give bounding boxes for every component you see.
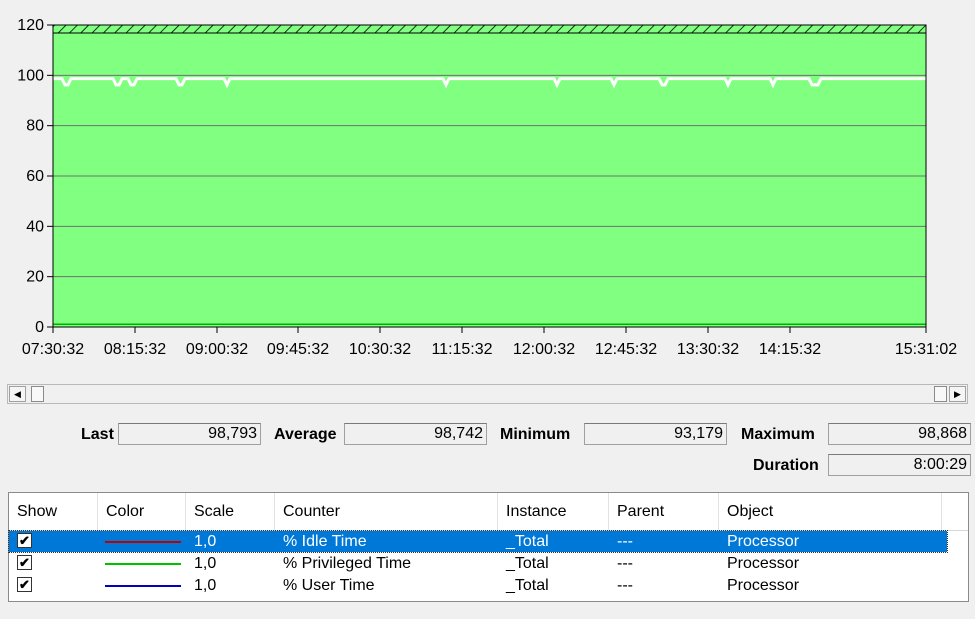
- last-value: 98,793: [118, 423, 261, 445]
- x-tick-label: 14:15:32: [759, 341, 821, 358]
- table-row[interactable]: ✔ 1,0 % User Time _Total --- Processor: [9, 575, 947, 596]
- x-tick-label: 10:30:32: [349, 341, 411, 358]
- chart-overflow-band: [52, 24, 927, 34]
- duration-value: 8:00:29: [828, 454, 971, 476]
- header-color[interactable]: Color: [98, 493, 186, 530]
- x-tick-label: 13:30:32: [677, 341, 739, 358]
- counter-cell: % Privileged Time: [283, 555, 412, 572]
- scroll-left-button[interactable]: ◀: [9, 386, 26, 402]
- show-checkbox[interactable]: ✔: [17, 555, 32, 570]
- scroll-end-handle[interactable]: [934, 386, 947, 402]
- parent-cell: ---: [617, 555, 633, 572]
- parent-cell: ---: [617, 533, 633, 550]
- table-row[interactable]: ✔ 1,0 % Idle Time _Total --- Processor: [8, 530, 948, 553]
- show-checkbox[interactable]: ✔: [17, 577, 32, 592]
- minimum-label: Minimum: [500, 426, 571, 443]
- color-swatch: [105, 585, 181, 587]
- parent-cell: ---: [617, 577, 633, 594]
- y-tick-label: 120: [17, 17, 44, 34]
- header-show[interactable]: Show: [9, 493, 98, 530]
- y-tick-label: 100: [17, 67, 44, 84]
- instance-cell: _Total: [506, 577, 549, 594]
- show-checkbox[interactable]: ✔: [17, 533, 32, 548]
- color-swatch: [105, 541, 181, 543]
- counter-cell: % Idle Time: [283, 533, 367, 550]
- header-scale[interactable]: Scale: [186, 493, 275, 530]
- scale-cell: 1,0: [194, 533, 217, 550]
- y-tick-label: 40: [26, 218, 44, 235]
- time-scrollbar[interactable]: ◀ ▶: [7, 384, 968, 404]
- y-tick-label: 60: [26, 168, 44, 185]
- scale-cell: 1,0: [194, 555, 217, 572]
- minimum-value: 93,179: [584, 423, 727, 445]
- x-tick-label: 09:45:32: [267, 341, 329, 358]
- x-tick-label: 15:31:02: [895, 341, 957, 358]
- x-tick-label: 09:00:32: [186, 341, 248, 358]
- header-counter[interactable]: Counter: [275, 493, 498, 530]
- maximum-value: 98,868: [828, 423, 971, 445]
- x-tick-label: 08:15:32: [104, 341, 166, 358]
- color-swatch: [105, 563, 181, 565]
- average-value: 98,742: [344, 423, 487, 445]
- performance-chart: 0 20 40 60 80 100 120 07:30:32 08:15:32 09:00:32…: [17, 17, 957, 358]
- object-cell: Processor: [727, 533, 800, 550]
- scroll-right-button[interactable]: ▶: [949, 386, 966, 402]
- last-label: Last: [81, 426, 114, 443]
- duration-label: Duration: [753, 457, 819, 474]
- y-tick-label: 80: [26, 118, 44, 135]
- x-tick-label: 12:45:32: [595, 341, 657, 358]
- object-cell: Processor: [727, 577, 800, 594]
- maximum-label: Maximum: [741, 426, 815, 443]
- instance-cell: _Total: [506, 533, 549, 550]
- header-object[interactable]: Object: [719, 493, 942, 530]
- y-tick-label: 0: [35, 319, 44, 336]
- average-label: Average: [274, 426, 337, 443]
- scroll-start-handle[interactable]: [31, 386, 44, 402]
- header-parent[interactable]: Parent: [609, 493, 719, 530]
- header-instance[interactable]: Instance: [498, 493, 609, 530]
- instance-cell: _Total: [506, 555, 549, 572]
- x-tick-label: 07:30:32: [22, 341, 84, 358]
- y-tick-label: 20: [26, 269, 44, 286]
- counter-table: Show Color Scale Counter Instance Parent…: [8, 492, 969, 602]
- x-tick-label: 12:00:32: [513, 341, 575, 358]
- object-cell: Processor: [727, 555, 800, 572]
- table-row[interactable]: ✔ 1,0 % Privileged Time _Total --- Proce…: [9, 553, 947, 574]
- counter-table-header: Show Color Scale Counter Instance Parent…: [9, 493, 968, 531]
- counter-cell: % User Time: [283, 577, 375, 594]
- x-tick-label: 11:15:32: [431, 341, 492, 358]
- scale-cell: 1,0: [194, 577, 217, 594]
